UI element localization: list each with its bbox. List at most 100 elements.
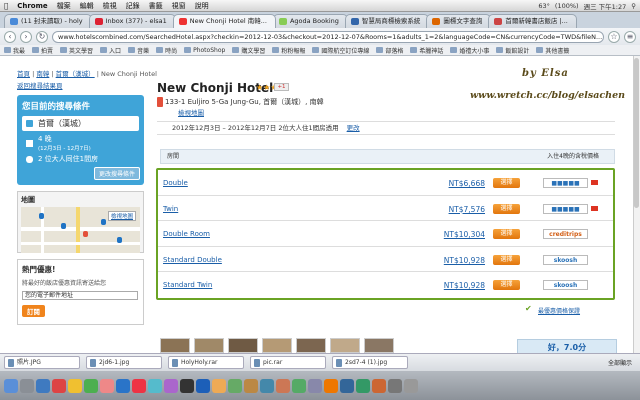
- back-icon[interactable]: ‹: [4, 30, 16, 43]
- provider-logo[interactable]: ■■■■■: [543, 178, 588, 188]
- crumb-city[interactable]: 首爾（漢城）: [56, 70, 95, 78]
- itunes-icon[interactable]: [164, 378, 178, 393]
- hotel-photo[interactable]: [194, 338, 224, 353]
- menu-window[interactable]: 視窗: [172, 1, 186, 11]
- select-button[interactable]: 選擇: [493, 254, 520, 265]
- download-item[interactable]: 照片.JPG: [4, 356, 80, 369]
- provider-logo[interactable]: ■■■■■: [543, 203, 588, 214]
- scrollbar-thumb[interactable]: [634, 58, 639, 208]
- tab-trademark[interactable]: 智慧局商標檢索系統: [344, 14, 430, 28]
- download-item[interactable]: HolyHoly.rar: [168, 356, 244, 369]
- bookmark-other[interactable]: 其他書籤: [536, 46, 569, 55]
- map-view[interactable]: 檢視地圖: [21, 207, 140, 253]
- download-item[interactable]: 2sd7-4 (1).jpg: [332, 356, 408, 369]
- word-icon[interactable]: [340, 378, 354, 393]
- system-prefs-icon[interactable]: [20, 378, 34, 393]
- room-price[interactable]: NT$7,576: [449, 205, 485, 214]
- search-icon[interactable]: ⚲: [631, 2, 636, 10]
- excel-icon[interactable]: [356, 378, 370, 393]
- map-pin-icon[interactable]: [101, 219, 106, 225]
- map-pin-icon[interactable]: [39, 213, 44, 219]
- skype-icon[interactable]: [148, 378, 162, 393]
- tab-glyph-query[interactable]: 圖標文字查詢: [426, 14, 492, 28]
- trash-icon[interactable]: [404, 378, 418, 393]
- crumb-home[interactable]: 首頁: [17, 70, 30, 78]
- bookmark-item[interactable]: 時尚: [156, 46, 177, 55]
- room-name-link[interactable]: Standard Twin: [163, 281, 212, 289]
- bookmark-item[interactable]: 國際航空訂位專線: [312, 46, 369, 55]
- forward-icon[interactable]: ›: [20, 30, 32, 43]
- bookmark-item[interactable]: 拍賣: [32, 46, 53, 55]
- apple-icon[interactable]: : [4, 2, 8, 10]
- select-button[interactable]: 選擇: [493, 203, 520, 214]
- room-name-link[interactable]: Double: [163, 179, 188, 187]
- menu-view[interactable]: 檢視: [103, 1, 117, 11]
- select-button[interactable]: 選擇: [493, 280, 520, 291]
- bookmark-item[interactable]: 英文學習: [60, 46, 93, 55]
- room-price[interactable]: NT$10,928: [444, 281, 485, 290]
- powerpoint-icon[interactable]: [372, 378, 386, 393]
- bookmark-item[interactable]: 購文學習: [232, 46, 265, 55]
- hotel-photo[interactable]: [160, 338, 190, 353]
- bookmark-item[interactable]: 入口: [100, 46, 121, 55]
- firefox-icon[interactable]: [324, 378, 338, 393]
- facetime-icon[interactable]: [84, 378, 98, 393]
- messages-icon[interactable]: [228, 378, 242, 393]
- change-dates-link[interactable]: 更改: [347, 124, 360, 132]
- menu-history[interactable]: 記錄: [126, 1, 140, 11]
- tab-holy-mail[interactable]: (11 封未讀取) - holy: [4, 14, 92, 28]
- room-price[interactable]: NT$10,928: [444, 256, 485, 265]
- bookmark-item[interactable]: 粉粉報報: [272, 46, 305, 55]
- bookmark-item[interactable]: 部落格: [376, 46, 403, 55]
- hotel-pin-icon[interactable]: [83, 231, 88, 237]
- notes-icon[interactable]: [68, 378, 82, 393]
- wrench-icon[interactable]: ≡: [624, 30, 636, 43]
- room-price[interactable]: NT$10,304: [444, 230, 485, 239]
- app-store-icon[interactable]: [36, 378, 50, 393]
- bookmark-item[interactable]: 我最: [4, 46, 25, 55]
- gplus-button[interactable]: +1: [274, 83, 289, 91]
- app-menu[interactable]: Chrome: [17, 2, 47, 10]
- hotel-photo[interactable]: [228, 338, 258, 353]
- bookmark-item[interactable]: 飯館設計: [496, 46, 529, 55]
- finder-icon[interactable]: [4, 378, 18, 393]
- menu-edit[interactable]: 編輯: [80, 1, 94, 11]
- star-icon[interactable]: ☆: [608, 30, 620, 43]
- tab-agoda[interactable]: Agoda Booking: [272, 14, 348, 28]
- crumb-country[interactable]: 南韓: [36, 70, 49, 78]
- room-name-link[interactable]: Double Room: [163, 230, 210, 238]
- view-map-link-2[interactable]: 檢視地圖: [178, 107, 204, 117]
- menu-help[interactable]: 說明: [195, 1, 209, 11]
- map-pin-icon[interactable]: [61, 223, 66, 229]
- menu-bookmarks[interactable]: 書籤: [149, 1, 163, 11]
- subscribe-button[interactable]: 訂閱: [22, 305, 45, 317]
- edit-search-button[interactable]: 更改搜尋條件: [93, 167, 140, 180]
- room-price[interactable]: NT$6,668: [449, 179, 485, 188]
- tab-gmail[interactable]: Inbox (377) - elsa1: [88, 14, 176, 28]
- tab-hotel[interactable]: New Chonji Hotel 南韓...: [172, 14, 276, 28]
- back-to-results-link[interactable]: 返回搜尋結果頁: [17, 80, 144, 90]
- bookmark-item[interactable]: 音樂: [128, 46, 149, 55]
- view-map-link[interactable]: 檢視地圖: [107, 211, 136, 221]
- email-field[interactable]: 您的電子郵件地址: [22, 291, 138, 300]
- show-all-downloads[interactable]: 全部顯示: [608, 358, 632, 367]
- mail-icon[interactable]: [260, 378, 274, 393]
- hotel-photo[interactable]: [262, 338, 292, 353]
- menu-file[interactable]: 檔案: [57, 1, 71, 11]
- bookmark-item[interactable]: PhotoShop: [184, 47, 225, 54]
- bookmark-item[interactable]: 希臘神話: [410, 46, 443, 55]
- hotel-photo[interactable]: [330, 338, 360, 353]
- reload-icon[interactable]: ↻: [36, 30, 48, 43]
- download-item[interactable]: 2jd6-1.jpg: [86, 356, 162, 369]
- photobooth-icon[interactable]: [100, 378, 114, 393]
- address-bar[interactable]: www.hotelscombined.com/SearchedHotel.asp…: [52, 30, 604, 43]
- room-name-link[interactable]: Standard Double: [163, 256, 222, 264]
- price-guarantee-link[interactable]: 最優惠價格保證: [538, 306, 580, 315]
- select-button[interactable]: 選擇: [493, 178, 520, 188]
- iphoto-icon[interactable]: [212, 378, 226, 393]
- terminal-icon[interactable]: [180, 378, 194, 393]
- hotel-photo[interactable]: [364, 338, 394, 353]
- evernote-icon[interactable]: [292, 378, 306, 393]
- dictionary-icon[interactable]: [276, 378, 290, 393]
- provider-logo[interactable]: creditrips: [543, 229, 588, 240]
